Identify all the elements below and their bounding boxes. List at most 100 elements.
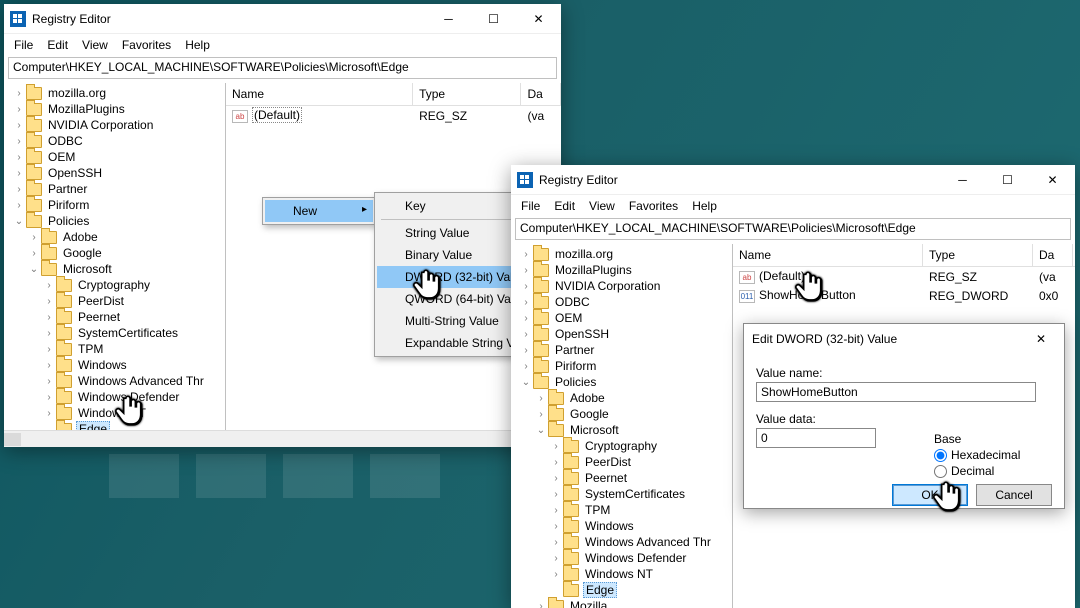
- horizontal-scrollbar[interactable]: [4, 430, 561, 447]
- tree-item-nvidia-corporation[interactable]: ›NVIDIA Corporation: [511, 278, 732, 294]
- context-item-expandable-string-value[interactable]: Expandable String Value: [377, 332, 527, 354]
- column-da[interactable]: Da: [1033, 244, 1073, 266]
- taskbar-tile[interactable]: [109, 454, 179, 498]
- address-bar[interactable]: Computer\HKEY_LOCAL_MACHINE\SOFTWARE\Pol…: [8, 57, 557, 79]
- chevron-right-icon[interactable]: ›: [534, 601, 548, 608]
- chevron-right-icon[interactable]: ›: [519, 329, 533, 340]
- chevron-right-icon[interactable]: ›: [549, 569, 563, 580]
- chevron-right-icon[interactable]: ›: [42, 312, 56, 323]
- tree-item-google[interactable]: ›Google: [4, 245, 225, 261]
- chevron-right-icon[interactable]: ›: [42, 328, 56, 339]
- tree-item-mozilla[interactable]: ›Mozilla: [511, 598, 732, 608]
- tree-item-edge[interactable]: Edge: [511, 582, 732, 598]
- context-item-dword-32-bit-value[interactable]: DWORD (32-bit) Value: [377, 266, 527, 288]
- maximize-button[interactable]: ☐: [471, 4, 516, 33]
- tree-item-peernet[interactable]: ›Peernet: [511, 470, 732, 486]
- chevron-right-icon[interactable]: ›: [12, 152, 26, 163]
- column-type[interactable]: Type: [923, 244, 1033, 266]
- tree-item-adobe[interactable]: ›Adobe: [511, 390, 732, 406]
- chevron-right-icon[interactable]: ›: [534, 393, 548, 404]
- cancel-button[interactable]: Cancel: [976, 484, 1052, 506]
- chevron-right-icon[interactable]: ›: [519, 361, 533, 372]
- tree-item-windows-advanced-thr[interactable]: ›Windows Advanced Thr: [4, 373, 225, 389]
- context-item-multi-string-value[interactable]: Multi-String Value: [377, 310, 527, 332]
- chevron-right-icon[interactable]: ›: [534, 409, 548, 420]
- context-item-new[interactable]: New▸: [265, 200, 373, 222]
- tree-item-peerdist[interactable]: ›PeerDist: [511, 454, 732, 470]
- tree-item-tpm[interactable]: ›TPM: [511, 502, 732, 518]
- value-row-showhomebutton[interactable]: 011ShowHomeButtonREG_DWORD0x0: [733, 286, 1075, 305]
- tree-item-systemcertificates[interactable]: ›SystemCertificates: [4, 325, 225, 341]
- tree-item-mozillaplugins[interactable]: ›MozillaPlugins: [511, 262, 732, 278]
- minimize-button[interactable]: ─: [426, 4, 471, 33]
- chevron-right-icon[interactable]: ›: [519, 345, 533, 356]
- tree-item-partner[interactable]: ›Partner: [4, 181, 225, 197]
- tree-item-openssh[interactable]: ›OpenSSH: [511, 326, 732, 342]
- taskbar-tile[interactable]: [370, 454, 440, 498]
- context-item-string-value[interactable]: String Value: [377, 222, 527, 244]
- chevron-right-icon[interactable]: ›: [27, 232, 41, 243]
- tree-item-openssh[interactable]: ›OpenSSH: [4, 165, 225, 181]
- tree-item-windows[interactable]: ›Windows: [511, 518, 732, 534]
- chevron-right-icon[interactable]: ›: [519, 297, 533, 308]
- close-button[interactable]: ✕: [516, 4, 561, 33]
- ok-button[interactable]: OK: [892, 484, 968, 506]
- taskbar-tile[interactable]: [283, 454, 353, 498]
- menu-favorites[interactable]: Favorites: [623, 197, 684, 215]
- tree-item-adobe[interactable]: ›Adobe: [4, 229, 225, 245]
- menu-edit[interactable]: Edit: [548, 197, 581, 215]
- column-name[interactable]: Name: [226, 83, 413, 105]
- registry-tree[interactable]: ›mozilla.org›MozillaPlugins›NVIDIA Corpo…: [511, 244, 733, 608]
- column-da[interactable]: Da: [521, 83, 561, 105]
- tree-item-windows[interactable]: ›Windows: [4, 357, 225, 373]
- chevron-down-icon[interactable]: ⌄: [12, 216, 26, 227]
- tree-item-piriform[interactable]: ›Piriform: [4, 197, 225, 213]
- tree-item-partner[interactable]: ›Partner: [511, 342, 732, 358]
- value-row--default-[interactable]: ab(Default)REG_SZ(va: [226, 106, 561, 125]
- chevron-right-icon[interactable]: ›: [549, 473, 563, 484]
- tree-item-mozillaplugins[interactable]: ›MozillaPlugins: [4, 101, 225, 117]
- tree-item-cryptography[interactable]: ›Cryptography: [511, 438, 732, 454]
- tree-item-windows-advanced-thr[interactable]: ›Windows Advanced Thr: [511, 534, 732, 550]
- chevron-right-icon[interactable]: ›: [549, 537, 563, 548]
- column-name[interactable]: Name: [733, 244, 923, 266]
- menu-file[interactable]: File: [8, 36, 39, 54]
- tree-item-windows-defender[interactable]: ›Windows Defender: [4, 389, 225, 405]
- chevron-right-icon[interactable]: ›: [519, 265, 533, 276]
- tree-item-microsoft[interactable]: ⌄Microsoft: [511, 422, 732, 438]
- maximize-button[interactable]: ☐: [985, 165, 1030, 194]
- chevron-right-icon[interactable]: ›: [12, 136, 26, 147]
- titlebar[interactable]: Registry Editor ─ ☐ ✕: [511, 165, 1075, 195]
- menubar[interactable]: FileEditViewFavoritesHelp: [4, 34, 561, 55]
- tree-item-policies[interactable]: ⌄Policies: [511, 374, 732, 390]
- chevron-right-icon[interactable]: ›: [549, 505, 563, 516]
- titlebar[interactable]: Registry Editor ─ ☐ ✕: [4, 4, 561, 34]
- tree-item-windows-nt[interactable]: ›Windows NT: [511, 566, 732, 582]
- dialog-titlebar[interactable]: Edit DWORD (32-bit) Value ✕: [744, 324, 1064, 354]
- menu-view[interactable]: View: [76, 36, 114, 54]
- tree-item-peerdist[interactable]: ›PeerDist: [4, 293, 225, 309]
- tree-item-windows-nt[interactable]: ›Windows NT: [4, 405, 225, 421]
- context-item-qword-64-bit-value[interactable]: QWORD (64-bit) Value: [377, 288, 527, 310]
- context-menu-new[interactable]: New▸: [262, 197, 376, 225]
- chevron-right-icon[interactable]: ›: [12, 88, 26, 99]
- chevron-right-icon[interactable]: ›: [12, 184, 26, 195]
- chevron-right-icon[interactable]: ›: [42, 344, 56, 355]
- context-item-binary-value[interactable]: Binary Value: [377, 244, 527, 266]
- taskbar-tile[interactable]: [196, 454, 266, 498]
- chevron-right-icon[interactable]: ›: [12, 200, 26, 211]
- value-row--default-[interactable]: ab(Default)REG_SZ(va: [733, 267, 1075, 286]
- list-header[interactable]: NameTypeDa: [733, 244, 1075, 267]
- chevron-right-icon[interactable]: ›: [42, 360, 56, 371]
- chevron-right-icon[interactable]: ›: [519, 249, 533, 260]
- tree-item-piriform[interactable]: ›Piriform: [511, 358, 732, 374]
- close-button[interactable]: ✕: [1030, 165, 1075, 194]
- menu-help[interactable]: Help: [686, 197, 723, 215]
- radio-decimal[interactable]: [934, 465, 947, 478]
- tree-item-google[interactable]: ›Google: [511, 406, 732, 422]
- tree-item-cryptography[interactable]: ›Cryptography: [4, 277, 225, 293]
- chevron-right-icon[interactable]: ›: [42, 280, 56, 291]
- chevron-right-icon[interactable]: ›: [549, 553, 563, 564]
- chevron-right-icon[interactable]: ›: [12, 168, 26, 179]
- radio-hexadecimal[interactable]: [934, 449, 947, 462]
